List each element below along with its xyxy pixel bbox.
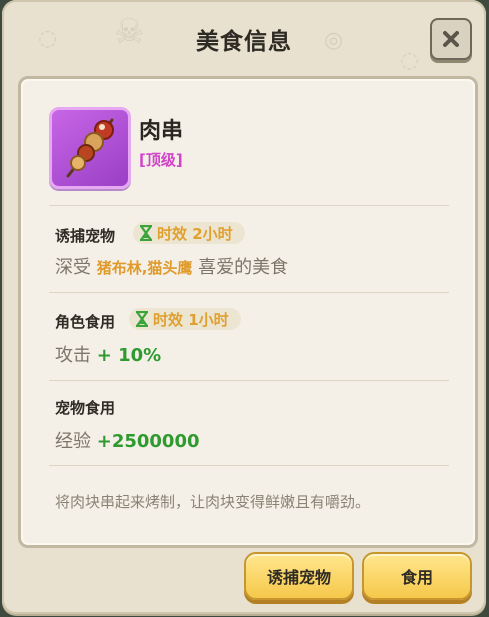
divider xyxy=(49,380,449,381)
food-info-dialog: ◌ ☠ ◎ ◌ 美食信息 肉串 [顶级] 诱捕宠物 时效 2小时 深受 猪布林,… xyxy=(2,0,486,614)
lure-pet-names: 猪布林,猫头鹰 xyxy=(96,259,193,277)
lure-pet-button[interactable]: 诱捕宠物 xyxy=(244,552,354,600)
close-icon xyxy=(443,31,459,47)
divider xyxy=(49,465,449,466)
info-panel: 肉串 [顶级] 诱捕宠物 时效 2小时 深受 猪布林,猫头鹰 喜爱的美食 角色食… xyxy=(18,76,478,548)
eat-button[interactable]: 食用 xyxy=(362,552,472,600)
close-button[interactable] xyxy=(430,18,472,60)
section-title-role-eat: 角色食用 xyxy=(55,313,116,331)
lure-description: 深受 猪布林,猫头鹰 喜爱的美食 xyxy=(55,253,288,279)
item-description: 将肉块串起来烤制，让肉块变得鲜嫩且有嚼劲。 xyxy=(55,493,371,511)
item-name: 肉串 xyxy=(139,119,184,144)
timer-badge: 时效 1小时 xyxy=(129,308,241,330)
dialog-title: 美食信息 xyxy=(196,29,292,55)
divider xyxy=(49,292,449,293)
hourglass-icon xyxy=(140,225,152,241)
exp-label: 经验 xyxy=(55,431,91,452)
exp-value: +2500000 xyxy=(96,431,200,452)
meat-skewer-icon xyxy=(66,118,114,178)
section-title-pet-eat: 宠物食用 xyxy=(55,399,116,417)
timer-badge: 时效 2小时 xyxy=(133,222,245,244)
item-grade-badge: [顶级] xyxy=(139,151,183,169)
attack-value: + 10% xyxy=(96,345,162,366)
lure-prefix: 深受 xyxy=(55,257,91,278)
exp-stat: 经验 +2500000 xyxy=(55,427,200,453)
hourglass-icon xyxy=(136,311,148,327)
divider xyxy=(49,205,449,206)
lure-suffix: 喜爱的美食 xyxy=(198,257,289,278)
attack-label: 攻击 xyxy=(55,345,91,366)
timer-text: 时效 2小时 xyxy=(157,224,233,243)
timer-text: 时效 1小时 xyxy=(153,310,229,329)
attack-stat: 攻击 + 10% xyxy=(55,341,161,367)
section-title-lure-pet: 诱捕宠物 xyxy=(55,227,116,245)
item-icon-frame xyxy=(49,107,131,189)
